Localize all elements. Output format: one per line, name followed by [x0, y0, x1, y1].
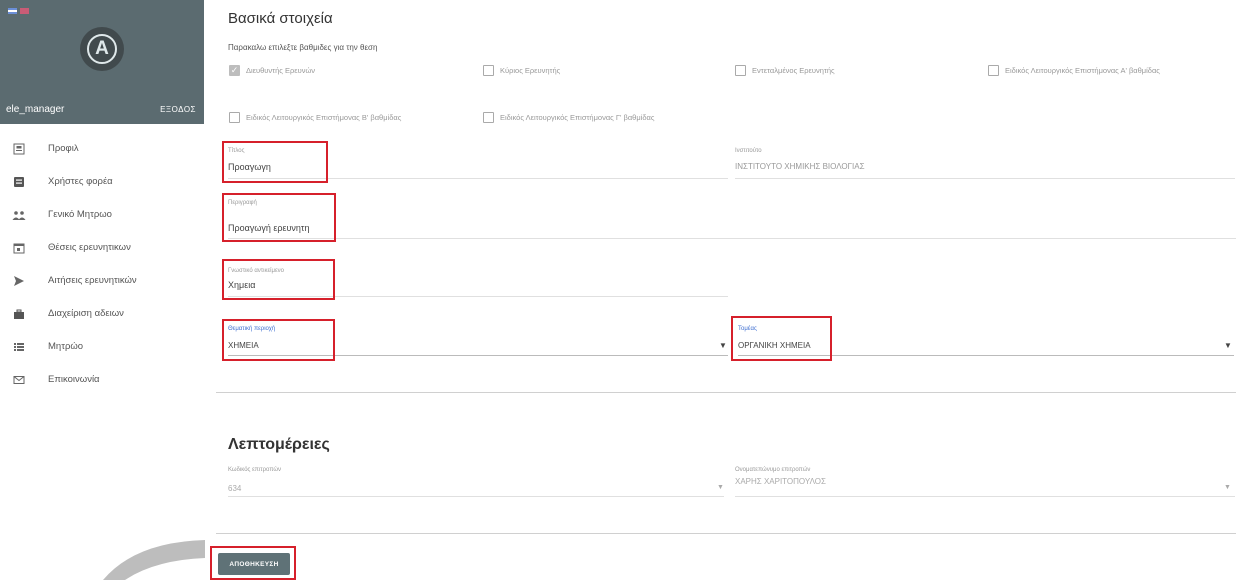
committee-field: ΧΑΡΗΣ ΧΑΡΙΤΟΠΟΥΛΟΣ: [735, 477, 826, 486]
grade-checkbox-4[interactable]: Ειδικός Λειτουργικός Επιστήμονας Α' βαθμ…: [988, 65, 1160, 76]
checkbox-icon: [735, 65, 746, 76]
highlight-box: [222, 319, 335, 361]
card-divider: [216, 392, 1236, 393]
checkbox-icon: [229, 112, 240, 123]
decorative-arc: [103, 540, 205, 580]
checkbox-checked-icon: ✓: [229, 65, 240, 76]
chevron-down-icon: ▼: [1224, 484, 1231, 491]
grade-checkbox-6[interactable]: Ειδικός Λειτουργικός Επιστήμονας Γ' βαθμ…: [483, 112, 654, 123]
grade-label: Κύριος Ερευνητής: [500, 66, 561, 75]
app-logo: A: [80, 27, 124, 71]
logo-letter: A: [87, 34, 117, 64]
sidebar-item-profile[interactable]: Προφιλ: [0, 132, 204, 165]
code-field-underline: [228, 496, 724, 497]
institute-field: ΙΝΣΤΙΤΟΥΤΟ ΧΗΜΙΚΗΣ ΒΙΟΛΟΓΙΑΣ: [735, 162, 865, 171]
user-row: ele_manager ΕΞΟΔΟΣ: [6, 104, 196, 115]
description-field-underline: [228, 238, 1236, 239]
sidebar-item-research-positions[interactable]: Θέσεις ερευνητικων: [0, 231, 204, 264]
institute-field-label: Ινστιτούτο: [735, 148, 762, 154]
sidebar-item-label: Επικοινωνία: [48, 374, 100, 385]
grade-checkbox-1[interactable]: ✓ Διευθυντής Ερευνών: [229, 65, 315, 76]
sidebar-item-label: Θέσεις ερευνητικων: [48, 242, 131, 253]
section-title-details: Λεπτομέρειες: [228, 436, 330, 453]
grade-checkbox-2[interactable]: Κύριος Ερευνητής: [483, 65, 560, 76]
calendar-icon: [12, 241, 26, 255]
grade-label: Διευθυντής Ερευνών: [246, 66, 316, 75]
sidebar: A ele_manager ΕΞΟΔΟΣ Προφιλ Χρήστες φορέ…: [0, 0, 204, 580]
english-flag-icon[interactable]: [20, 8, 29, 14]
highlight-box: [222, 193, 336, 242]
logout-button[interactable]: ΕΞΟΔΟΣ: [160, 105, 196, 115]
grade-label: Ειδικός Λειτουργικός Επιστήμονας Α' βαθμ…: [1005, 66, 1160, 75]
grade-checkbox-5[interactable]: Ειδικός Λειτουργικός Επιστήμονας Β' βαθμ…: [229, 112, 401, 123]
highlight-box: [210, 546, 296, 580]
sidebar-item-users[interactable]: Χρήστες φορέα: [0, 165, 204, 198]
sidebar-item-general-registry[interactable]: Γενικό Μητρωο: [0, 198, 204, 231]
sidebar-header: A ele_manager ΕΞΟΔΟΣ: [0, 0, 204, 124]
sidebar-item-registry[interactable]: Μητρώο: [0, 330, 204, 363]
profile-icon: [12, 142, 26, 156]
highlight-box: [222, 141, 328, 183]
username: ele_manager: [6, 104, 65, 115]
sidebar-item-label: Διαχείριση αδειων: [48, 308, 124, 319]
highlight-box: [222, 259, 335, 300]
sidebar-item-label: Μητρώο: [48, 341, 84, 352]
grades-hint: Παρακαλω επιλεξτε βαθμιδες για την θεση: [228, 43, 378, 52]
sidebar-item-label: Αιτήσεις ερευνητικών: [48, 275, 137, 286]
language-switcher: [8, 8, 29, 14]
group-icon: [12, 208, 26, 222]
greek-flag-icon[interactable]: [8, 8, 17, 14]
code-field-label: Κωδικός επιτροπών: [228, 467, 282, 473]
committee-field-underline: [735, 496, 1235, 497]
checkbox-icon: [483, 112, 494, 123]
grade-checkbox-3[interactable]: Εντεταλμένος Ερευνητής: [735, 65, 835, 76]
chevron-down-icon[interactable]: ▼: [1224, 341, 1232, 350]
send-icon: [12, 274, 26, 288]
checkbox-icon: [483, 65, 494, 76]
chevron-down-icon[interactable]: ▼: [719, 341, 727, 350]
briefcase-icon: [12, 307, 26, 321]
code-field: 634: [228, 484, 242, 493]
sidebar-item-leave-management[interactable]: Διαχείριση αδειων: [0, 297, 204, 330]
sidebar-item-label: Γενικό Μητρωο: [48, 209, 112, 220]
sidebar-nav: Προφιλ Χρήστες φορέα Γενικό Μητρωο Θέσει…: [0, 132, 204, 396]
section-title-basic: Βασικά στοιχεία: [228, 10, 333, 27]
highlight-box: [731, 316, 832, 361]
users-icon: [12, 175, 26, 189]
checkbox-icon: [988, 65, 999, 76]
grade-label: Ειδικός Λειτουργικός Επιστήμονας Γ' βαθμ…: [500, 113, 655, 122]
grade-label: Εντεταλμένος Ερευνητής: [752, 66, 835, 75]
list-icon: [12, 340, 26, 354]
sidebar-item-contact[interactable]: Επικοινωνία: [0, 363, 204, 396]
grade-label: Ειδικός Λειτουργικός Επιστήμονας Β' βαθμ…: [246, 113, 402, 122]
chevron-down-icon: ▼: [717, 484, 724, 491]
main-content: Βασικά στοιχεία Παρακαλω επιλεξτε βαθμιδ…: [210, 0, 1236, 580]
mail-icon: [12, 373, 26, 387]
sidebar-item-label: Χρήστες φορέα: [48, 176, 113, 187]
committee-field-label: Ονοματεπώνυμο επιτροπών: [735, 467, 811, 473]
sidebar-item-label: Προφιλ: [48, 143, 79, 154]
institute-field-underline: [735, 178, 1235, 179]
sidebar-item-applications[interactable]: Αιτήσεις ερευνητικών: [0, 264, 204, 297]
card-divider: [216, 533, 1236, 534]
